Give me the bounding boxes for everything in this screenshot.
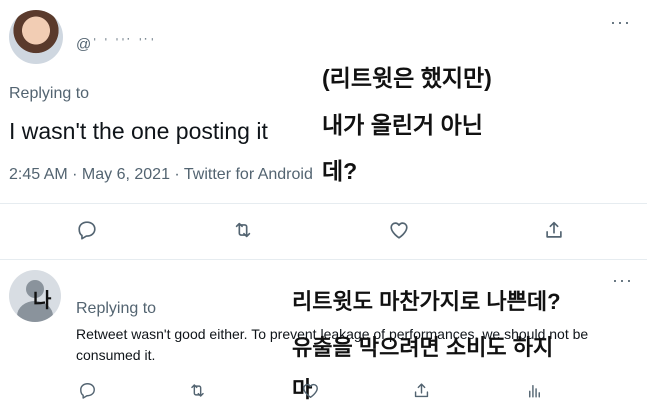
retweet-icon[interactable]	[184, 377, 210, 403]
share-icon[interactable]	[408, 377, 434, 403]
analytics-icon[interactable]	[521, 377, 547, 403]
replying-to-label: Replying to	[76, 300, 157, 317]
divider	[0, 203, 647, 204]
replying-to-label: Replying to	[9, 85, 90, 102]
divider	[0, 259, 647, 260]
share-icon[interactable]	[541, 217, 567, 243]
avatar[interactable]	[9, 10, 63, 64]
overlay-line-2: 내가 올린거 아닌	[322, 112, 483, 138]
like-icon[interactable]	[297, 377, 323, 403]
overlay-line-1: (리트윗은 했지만)	[322, 65, 492, 91]
tweet-text: I wasn't the one posting it	[9, 118, 268, 144]
more-options-icon[interactable]: ···	[610, 12, 631, 33]
reply-icon[interactable]	[74, 217, 100, 243]
reply-icon[interactable]	[74, 377, 100, 403]
avatar-overlay-char: 나	[33, 290, 52, 312]
like-icon[interactable]	[386, 217, 412, 243]
tweet-timestamp[interactable]: 2:45 AM · May 6, 2021 · Twitter for Andr…	[9, 166, 313, 184]
overlay-line-1: 리트윗도 마찬가지로 나쁜데?	[292, 289, 561, 314]
avatar[interactable]: 나	[9, 270, 61, 322]
overlay-line-3: 데?	[322, 158, 358, 184]
user-handle[interactable]: @ˈ ˈ ˈˈ˙ ˈ˙ˈ	[76, 36, 156, 53]
overlay-line-2: 유출을 막으려면 소비도 하지	[292, 335, 554, 360]
more-options-icon[interactable]: ···	[612, 270, 633, 291]
retweet-icon[interactable]	[230, 217, 256, 243]
